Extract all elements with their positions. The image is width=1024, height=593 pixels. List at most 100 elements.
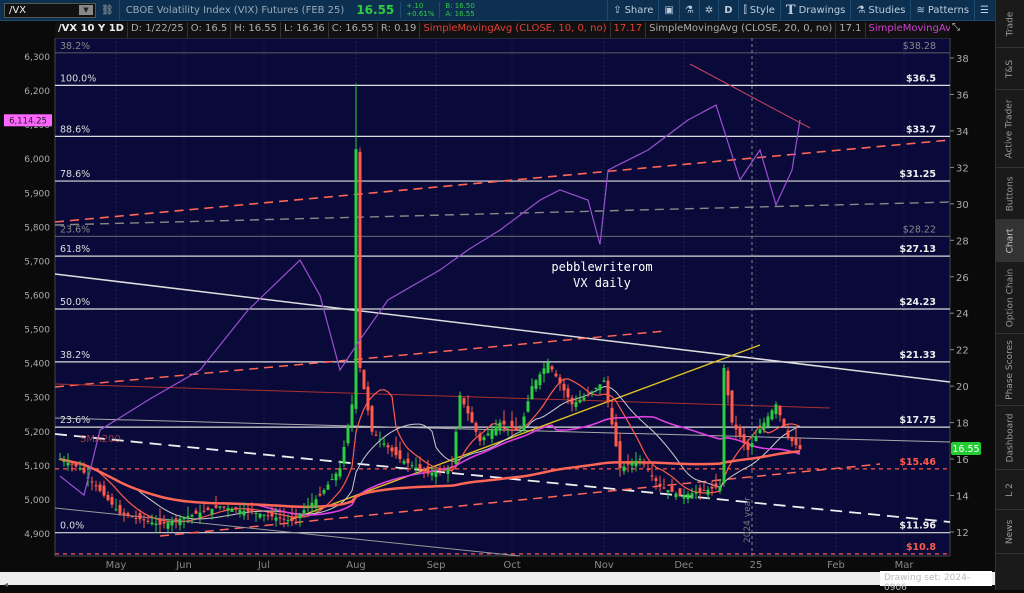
sidebar-tab-l-2[interactable]: L 2 [996, 470, 1024, 510]
fib-percent: 0.0% [60, 521, 84, 532]
style-button[interactable]: ⫿ Style [737, 0, 780, 21]
candle-body [434, 471, 438, 477]
change-pct: +0.61% [406, 10, 435, 18]
sma20-label[interactable]: SimpleMovingAvg (CLOSE, 20, 0, no) [646, 22, 837, 38]
sidebar-tab-trade[interactable]: Trade [996, 0, 1024, 48]
flask-button[interactable]: ⚗ [678, 0, 699, 21]
sidebar-tab-news[interactable]: News [996, 510, 1024, 554]
candle-body [186, 516, 190, 518]
fib-price: $15.46 [899, 457, 936, 468]
year-divider-label: 2024 year [743, 497, 753, 543]
drawings-button[interactable]: T Drawings [779, 0, 850, 21]
candle-body [122, 512, 126, 515]
info-range: R: 0.19 [377, 22, 421, 38]
candle-body [630, 462, 634, 466]
candle-body [258, 513, 262, 518]
candle-body [514, 427, 518, 430]
sidebar-tab-buttons[interactable]: Buttons [996, 168, 1024, 220]
left-axis-tick: 5,000 [24, 496, 50, 506]
candle-body [558, 377, 562, 384]
settings-button[interactable]: ✲ [698, 0, 718, 21]
candle-body [750, 443, 754, 448]
sidebar-tab-dashboard[interactable]: Dashboard [996, 406, 1024, 470]
drawing-set-field[interactable]: Drawing set: 2024-0906 [880, 571, 992, 593]
studies-button[interactable]: ⚗ Studies [850, 0, 910, 21]
fib-price: $21.33 [899, 350, 936, 361]
fib-percent: 38.2% [60, 350, 90, 361]
fib-price: $17.75 [899, 415, 936, 426]
candle-body [298, 513, 302, 519]
candle-body [458, 395, 462, 428]
candle-body [674, 493, 678, 498]
candle-body [198, 512, 202, 518]
candle-body [194, 510, 198, 514]
candle-body [518, 431, 522, 433]
candle-body [382, 443, 386, 445]
candle-body [698, 487, 702, 492]
sidebar-tab-active-trader[interactable]: Active Trader [996, 90, 1024, 168]
candle-body [618, 441, 622, 469]
timeframe-button[interactable]: D [718, 0, 737, 21]
candle-body [226, 507, 230, 511]
candle-body [66, 462, 70, 466]
candle-body [546, 362, 550, 373]
menu-button[interactable]: ☰ [974, 0, 994, 21]
sidebar-tab-chart[interactable]: Chart [996, 220, 1024, 262]
horizontal-scrollbar[interactable]: ◂ [0, 572, 995, 589]
sidebar-tab-t-s[interactable]: T&S [996, 48, 1024, 90]
link-icon[interactable]: ⛓ [96, 5, 119, 16]
candle-body [738, 426, 742, 437]
share-button[interactable]: ⇪ Share [607, 0, 658, 21]
candle-body [166, 522, 170, 529]
patterns-icon: ≋ [916, 4, 925, 16]
collapse-icon[interactable]: ⤡ [952, 22, 970, 38]
candle-body [446, 469, 450, 474]
patterns-button[interactable]: ≋ Patterns [910, 0, 974, 21]
sidebar-tab-option-chain[interactable]: Option Chain [996, 262, 1024, 334]
annotation-line-2[interactable]: VX daily [573, 276, 631, 290]
candle-body [326, 484, 330, 490]
fib-price: $38.28 [903, 41, 936, 52]
candle-body [302, 510, 306, 514]
symbol-input[interactable]: /VX ▼ [4, 2, 96, 18]
right-axis-tick: 20 [956, 382, 969, 393]
candle-body [726, 370, 730, 396]
fib-price: $36.5 [906, 73, 936, 84]
sidebar-tab-phase-scores[interactable]: Phase Scores [996, 334, 1024, 406]
sidebar-tab-label: Option Chain [1005, 268, 1016, 327]
fib-price: $27.13 [899, 244, 936, 255]
candle-body [254, 513, 258, 515]
fib-percent: 88.6% [60, 124, 90, 135]
candle-body [90, 481, 94, 483]
candle-body [234, 507, 238, 510]
price-chart[interactable]: 38.2% $38.28 100.0% $36.5 88.6% $33.7 78.6% $31… [0, 38, 995, 572]
candle-body [714, 483, 718, 488]
alert-icon: ▣ [664, 4, 674, 16]
candle-body [642, 463, 646, 465]
candle-body [482, 437, 486, 441]
chevron-down-icon[interactable]: ▼ [79, 5, 93, 15]
left-axis-tick: 6,200 [24, 87, 50, 97]
sma10-label[interactable]: SimpleMovingAvg (CLOSE, 10, 0, no) [420, 22, 611, 38]
candle-body [606, 380, 610, 403]
candle-body [654, 478, 658, 481]
alert-button[interactable]: ▣ [658, 0, 678, 21]
candle-body [178, 518, 182, 526]
candle-body [438, 469, 442, 471]
candle-body [666, 490, 670, 493]
change-value: +.10 [406, 2, 424, 10]
candle-body [602, 380, 606, 382]
candle-body [154, 523, 158, 526]
candle-body [790, 437, 794, 442]
candle-body [718, 486, 722, 492]
candle-body [742, 434, 746, 444]
candle-body [766, 416, 770, 427]
sma50-label[interactable]: SimpleMovingAvg (CLOSE, 50, 0, no) [865, 22, 950, 38]
annotation-line-1[interactable]: pebblewriterom [551, 260, 652, 274]
net-change: +.10 +0.61% [400, 2, 439, 18]
candle-body [534, 380, 538, 389]
gear-icon: ✲ [704, 4, 714, 16]
candle-body [182, 517, 186, 520]
candle-body [622, 466, 626, 472]
scroll-left-icon[interactable]: ◂ [0, 580, 8, 589]
